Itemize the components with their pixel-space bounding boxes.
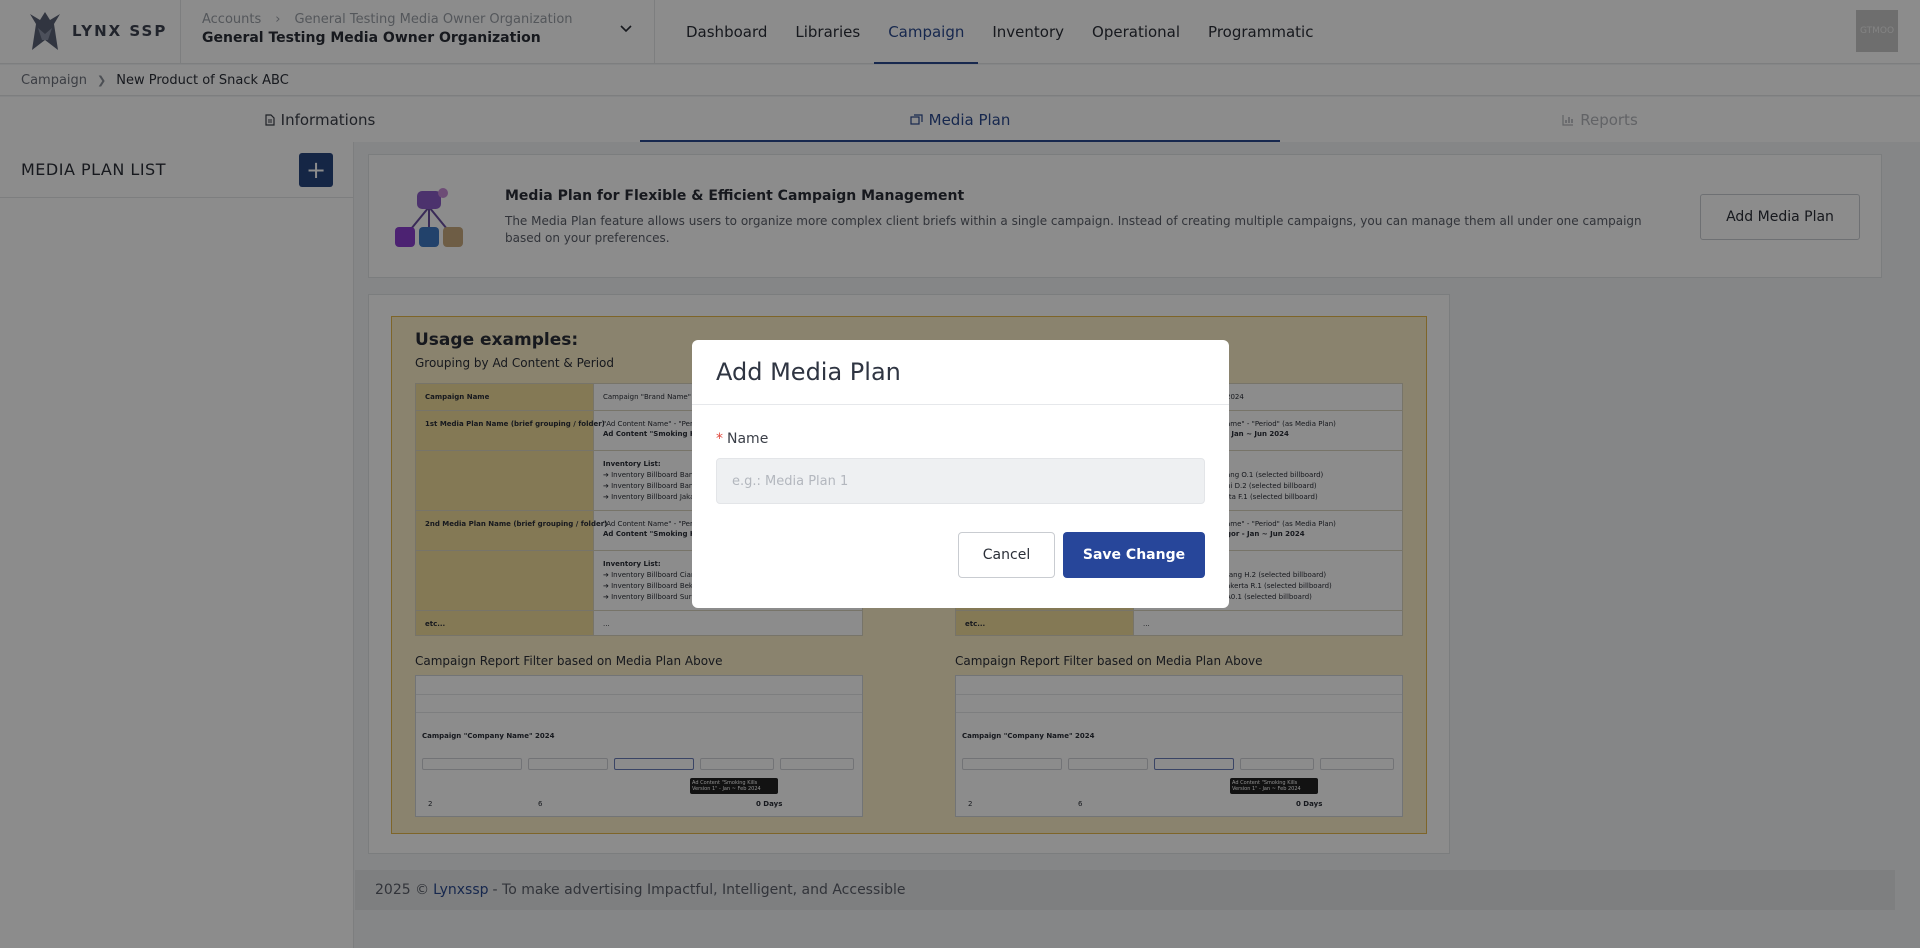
name-label-text: Name bbox=[727, 431, 769, 447]
media-plan-name-input[interactable] bbox=[716, 458, 1205, 504]
cancel-button[interactable]: Cancel bbox=[958, 532, 1055, 578]
name-field-label: * Name bbox=[716, 431, 768, 447]
save-change-button[interactable]: Save Change bbox=[1063, 532, 1205, 578]
modal-divider bbox=[692, 404, 1229, 405]
modal-title: Add Media Plan bbox=[716, 358, 901, 386]
required-marker: * bbox=[716, 431, 723, 447]
add-media-plan-modal: Add Media Plan *Name Cancel Save Change bbox=[692, 340, 1229, 608]
